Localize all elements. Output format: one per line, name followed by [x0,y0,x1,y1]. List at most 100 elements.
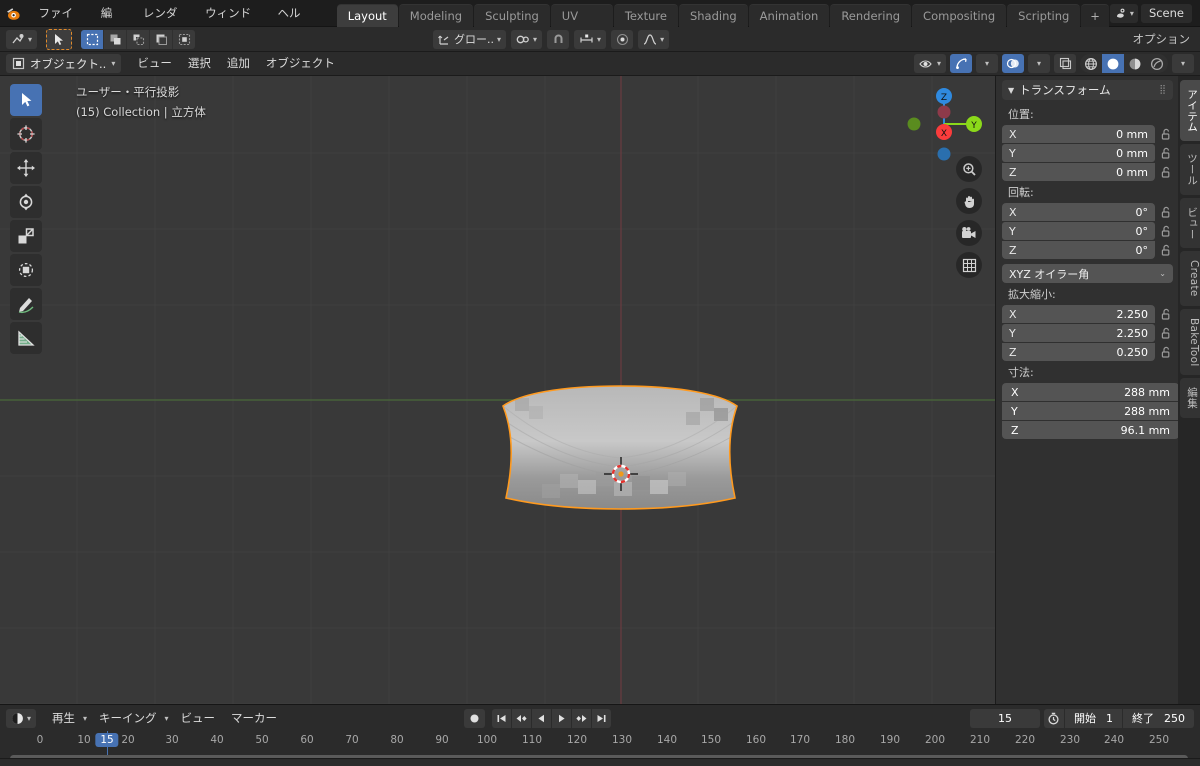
unlocked-icon[interactable] [1159,128,1173,140]
gizmo-toggle[interactable] [950,54,972,73]
tool-move[interactable] [10,152,42,184]
next-keyframe-icon[interactable] [572,708,592,728]
playhead-frame-badge[interactable]: 15 [95,733,119,747]
rotation-y-field[interactable]: Y 0° [1002,222,1155,240]
timer-icon[interactable] [1044,709,1064,728]
tab-uv-editing[interactable]: UV Editing [550,3,613,46]
tool-annotate[interactable] [10,288,42,320]
transform-orientation-dropdown[interactable]: グロー.. ▾ [433,29,507,49]
menu-edit[interactable]: 編集 [90,3,132,41]
transform-panel-header[interactable]: ▼ トランスフォーム ⣿ [1002,80,1173,100]
record-keyframe-icon[interactable] [464,708,486,728]
options-label[interactable]: オプション [1133,31,1195,47]
tool-measure[interactable] [10,322,42,354]
sidebar-tab-item[interactable]: アイテム [1180,80,1200,142]
snap-magnet-icon[interactable] [547,29,570,49]
timeline-editor-icon[interactable]: ▾ [6,708,37,728]
menu-file[interactable]: ファイル [28,3,90,41]
scene-name-field[interactable]: Scene [1140,3,1192,23]
shading-material-icon[interactable] [1124,54,1146,73]
scale-z-field[interactable]: Z 0.250 [1002,343,1155,361]
tool-transform[interactable] [10,254,42,286]
unlocked-icon[interactable] [1159,327,1173,339]
axis-navigation-gizmo[interactable]: Z Y X [900,80,988,168]
overlays-toggle[interactable] [1002,54,1024,73]
location-x-field[interactable]: X 0 mm [1002,125,1155,143]
viewport-menu-add[interactable]: 追加 [219,54,258,73]
rotation-mode-dropdown[interactable]: XYZ オイラー角 ⌄ [1002,264,1173,283]
tab-compositing[interactable]: Compositing [912,3,1007,27]
frame-end-field[interactable]: 終了 250 [1121,708,1194,728]
select-subtract-icon[interactable] [127,29,150,49]
menu-window[interactable]: ウィンドウ [194,3,266,41]
viewport-menu-view[interactable]: ビュー [129,54,180,73]
viewport-menu-select[interactable]: 選択 [180,54,219,73]
visibility-dropdown[interactable]: ▾ [913,54,946,73]
tab-texture-paint[interactable]: Texture Paint [613,3,678,46]
pivot-point-dropdown[interactable]: ▾ [511,29,543,49]
xray-toggle-icon[interactable] [1054,54,1076,73]
hand-pan-icon[interactable] [956,188,982,214]
jump-start-icon[interactable] [492,708,512,728]
rotation-x-field[interactable]: X 0° [1002,203,1155,221]
sidebar-tab-baketool[interactable]: BakeTool [1180,308,1200,376]
timeline-menu-view[interactable]: ビュー [173,709,224,728]
select-invert-icon[interactable] [150,29,173,49]
tab-modeling[interactable]: Modeling [398,3,474,27]
unlocked-icon[interactable] [1159,166,1173,178]
zoom-icon[interactable] [956,156,982,182]
viewport-menu-object[interactable]: オブジェクト [258,54,343,73]
shading-wireframe-icon[interactable] [1080,54,1102,73]
proportional-falloff-dropdown[interactable]: ▾ [638,29,670,49]
select-intersect-icon[interactable] [173,29,196,49]
scale-y-field[interactable]: Y 2.250 [1002,324,1155,342]
dimension-z-field[interactable]: Z 96.1 mm [1002,421,1179,439]
shading-rendered-icon[interactable] [1146,54,1168,73]
tool-tweak-select[interactable] [10,84,42,116]
rotation-z-field[interactable]: Z 0° [1002,241,1155,259]
frame-start-field[interactable]: 開始 1 [1063,708,1122,728]
active-tool-indicator[interactable] [46,28,73,50]
current-frame-field[interactable]: 15 [969,708,1040,728]
proportional-edit-icon[interactable] [611,29,634,49]
tab-shading[interactable]: Shading [678,3,748,27]
unlocked-icon[interactable] [1159,308,1173,320]
select-box-icon[interactable] [81,29,104,49]
interaction-mode-dropdown[interactable]: オブジェクト.. ▾ [6,54,122,73]
drag-grip-icon[interactable]: ⣿ [1159,85,1167,95]
sidebar-tab-edit[interactable]: 編集 [1180,378,1200,418]
unlocked-icon[interactable] [1159,206,1173,218]
tool-rotate[interactable] [10,186,42,218]
play-reverse-icon[interactable] [532,708,552,728]
menu-help[interactable]: ヘルプ [266,3,318,41]
unlocked-icon[interactable] [1159,244,1173,256]
tab-sculpting[interactable]: Sculpting [474,3,550,27]
shading-dropdown[interactable]: ▾ [1172,54,1194,73]
dimension-x-field[interactable]: X 288 mm [1002,383,1179,401]
timeline-ruler[interactable]: 0 10 20 30 40 50 60 70 80 90 100 110 120… [0,731,1200,752]
scale-x-field[interactable]: X 2.250 [1002,305,1155,323]
add-workspace-button[interactable]: + [1081,3,1109,27]
timeline-menu-keying[interactable]: キーイング [91,709,165,728]
select-extend-icon[interactable] [104,29,127,49]
unlocked-icon[interactable] [1159,346,1173,358]
tab-rendering[interactable]: Rendering [830,3,912,27]
tab-layout[interactable]: Layout [336,3,398,27]
editor-type-icon[interactable]: ▾ [6,29,38,49]
tool-cursor-3d[interactable] [10,118,42,150]
toggle-ortho-grid-icon[interactable] [956,252,982,278]
play-icon[interactable] [552,708,572,728]
location-y-field[interactable]: Y 0 mm [1002,144,1155,162]
timeline-menu-marker[interactable]: マーカー [223,709,285,728]
timeline-menu-playback[interactable]: 再生 [44,709,83,728]
sidebar-tab-view[interactable]: ビュー [1180,197,1200,249]
sidebar-tab-create[interactable]: Create [1180,251,1200,306]
snap-target-dropdown[interactable]: ▾ [574,29,607,49]
gizmo-dropdown[interactable]: ▾ [976,54,998,73]
blender-logo-icon[interactable] [0,0,28,27]
jump-end-icon[interactable] [592,708,612,728]
unlocked-icon[interactable] [1159,147,1173,159]
tab-scripting[interactable]: Scripting [1007,3,1081,27]
prev-keyframe-icon[interactable] [512,708,532,728]
menu-render[interactable]: レンダー [132,3,194,41]
